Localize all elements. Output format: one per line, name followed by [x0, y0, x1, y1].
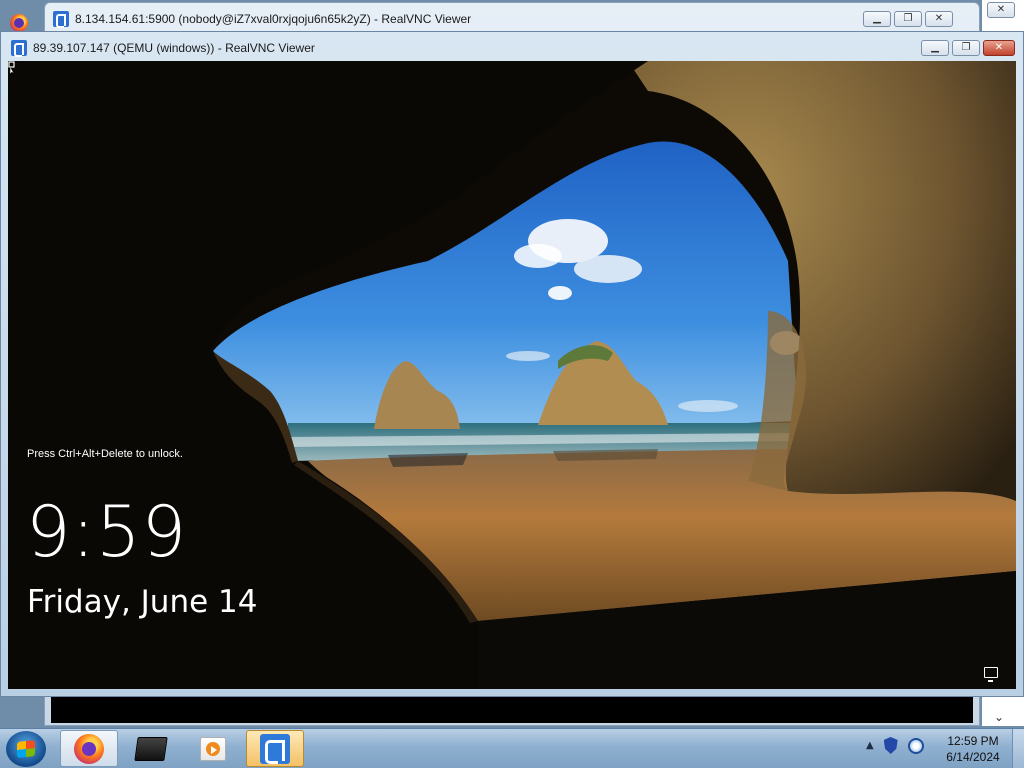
taskbar-vnc-button[interactable]	[246, 730, 304, 767]
chevron-down-icon[interactable]: ⌄	[994, 710, 1004, 724]
windows-orb-icon[interactable]	[6, 731, 46, 767]
inner-window-title: 89.39.107.147 (QEMU (windows)) - RealVNC…	[33, 41, 315, 55]
lock-screen-time: 9:59	[26, 491, 188, 573]
inner-window-controls: ▁ ❐ ✕	[921, 40, 1015, 56]
network-monitor-icon[interactable]	[984, 667, 998, 682]
lock-screen-date: Friday, June 14	[27, 584, 258, 620]
realvnc-icon	[53, 11, 69, 28]
right-strip-controls: ✕	[987, 2, 1015, 18]
mouse-cursor-icon	[8, 61, 15, 75]
outer-restore-button[interactable]: ❐	[894, 11, 922, 27]
terminal-icon	[134, 736, 168, 761]
firefox-corner-icon	[10, 14, 28, 32]
outer-window-title: 8.134.154.61:5900 (nobody@iZ7xval0rxjqoj…	[75, 12, 472, 26]
firefox-icon	[74, 733, 104, 764]
right-strip-close-button[interactable]: ✕	[987, 2, 1015, 18]
outer-window-titlebar[interactable]: 8.134.154.61:5900 (nobody@iZ7xval0rxjqoj…	[53, 5, 668, 31]
taskbar-firefox-button[interactable]	[60, 730, 118, 767]
taskbar-terminal-button[interactable]	[122, 730, 180, 767]
taskbar: ▲ 12:59 PM 6/14/2024	[0, 728, 1024, 768]
realvnc-icon	[260, 733, 290, 764]
show-desktop-button[interactable]	[1012, 729, 1024, 768]
network-globe-icon[interactable]	[907, 737, 924, 754]
outer-close-button[interactable]: ✕	[925, 11, 953, 27]
inner-minimize-button[interactable]: ▁	[921, 40, 949, 56]
unlock-hint: Press Ctrl+Alt+Delete to unlock.	[27, 448, 183, 460]
media-player-icon	[200, 736, 226, 761]
outer-window-viewport[interactable]	[51, 697, 973, 723]
taskbar-clock-date: 6/14/2024	[946, 750, 1000, 764]
taskbar-media-button[interactable]	[184, 730, 242, 767]
inner-restore-button[interactable]: ❐	[952, 40, 980, 56]
realvnc-icon	[11, 40, 27, 57]
taskbar-clock-time: 12:59 PM	[947, 734, 999, 748]
taskbar-clock[interactable]: 12:59 PM 6/14/2024	[940, 733, 1006, 765]
inner-window-titlebar[interactable]: 89.39.107.147 (QEMU (windows)) - RealVNC…	[11, 40, 315, 57]
inner-close-button[interactable]: ✕	[983, 40, 1015, 56]
system-tray: ▲	[866, 737, 924, 754]
outer-minimize-button[interactable]: ▁	[863, 11, 891, 27]
outer-window-controls: ▁ ❐ ✕	[863, 11, 953, 27]
shield-icon[interactable]	[883, 737, 898, 754]
lock-screen[interactable]: Press Ctrl+Alt+Delete to unlock. 9:59 Fr…	[8, 61, 1016, 689]
tray-chevron-up-icon[interactable]: ▲	[866, 740, 874, 751]
